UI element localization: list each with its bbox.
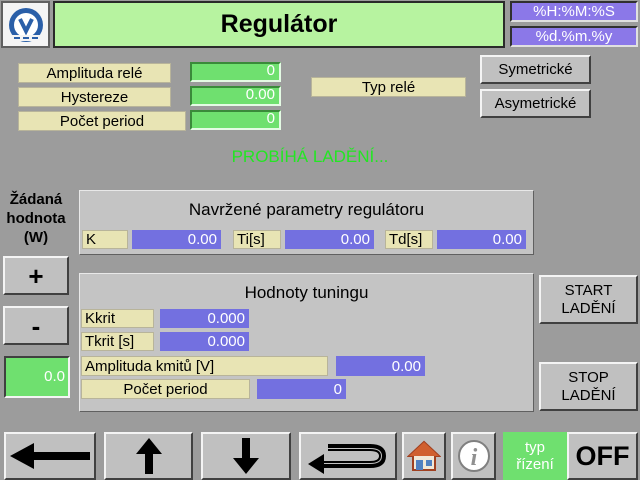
home-icon [407,440,441,471]
tuning-values-title: Hodnoty tuningu [244,283,369,302]
arrow-left-icon [10,443,90,469]
proposed-parameters-title: Navržené parametry regulátoru [188,200,425,219]
arrow-down-icon [233,438,259,474]
tuning-period-count-value: 0 [257,379,346,399]
info-button[interactable]: i [451,432,496,480]
stop-tuning-button[interactable]: STOP LADĚNÍ [539,362,638,411]
amplitude-relay-field[interactable]: 0 [190,62,281,82]
kkrit-label: Kkrit [81,309,154,328]
page-title: Regulátor [53,1,505,48]
setpoint-value-field[interactable]: 0.0 [4,356,70,398]
k-label: K [82,230,128,249]
company-logo-icon [8,7,43,42]
amplitude-relay-label: Amplituda relé [18,63,171,83]
time-display: %H:%M:%S [510,1,638,22]
kkrit-value: 0.000 [160,309,249,328]
return-icon [308,444,387,474]
home-button[interactable] [402,432,446,480]
svg-text:i: i [470,445,477,471]
up-button[interactable] [104,432,193,480]
back-button[interactable] [4,432,96,480]
tuning-period-count-label: Počet period [81,379,250,399]
oscillation-amplitude-value: 0.00 [336,356,425,376]
tkrit-value: 0.000 [160,332,249,351]
symmetric-button[interactable]: Symetrické [480,55,591,84]
info-icon: i [457,440,490,472]
setpoint-label: Žádaná hodnota (W) [6,191,66,246]
setpoint-minus-button[interactable]: - [3,306,69,345]
period-count-label: Počet period [18,111,186,131]
control-type-label: typ řízení [503,432,567,480]
td-label: Td[s] [385,230,433,249]
down-button[interactable] [201,432,291,480]
k-value: 0.00 [132,230,221,249]
arrow-up-icon [135,438,162,474]
start-tuning-button[interactable]: START LADĚNÍ [539,275,638,324]
ti-label: Ti[s] [233,230,281,249]
logo [1,1,50,48]
return-button[interactable] [299,432,397,480]
setpoint-plus-button[interactable]: + [3,256,69,295]
td-value: 0.00 [437,230,526,249]
period-count-field[interactable]: 0 [190,110,281,130]
control-state-button[interactable]: OFF [567,432,638,480]
relay-type-label: Typ relé [311,77,466,97]
date-display: %d.%m.%y [510,26,638,47]
ti-value: 0.00 [285,230,374,249]
asymmetric-button[interactable]: Asymetrické [480,89,591,118]
hysteresis-field[interactable]: 0.00 [190,86,281,106]
hysteresis-label: Hystereze [18,87,171,107]
tuning-status-text: PROBÍHÁ LADĚNÍ... [231,147,389,166]
oscillation-amplitude-label: Amplituda kmitů [V] [81,356,328,376]
tkrit-label: Tkrit [s] [81,332,154,351]
